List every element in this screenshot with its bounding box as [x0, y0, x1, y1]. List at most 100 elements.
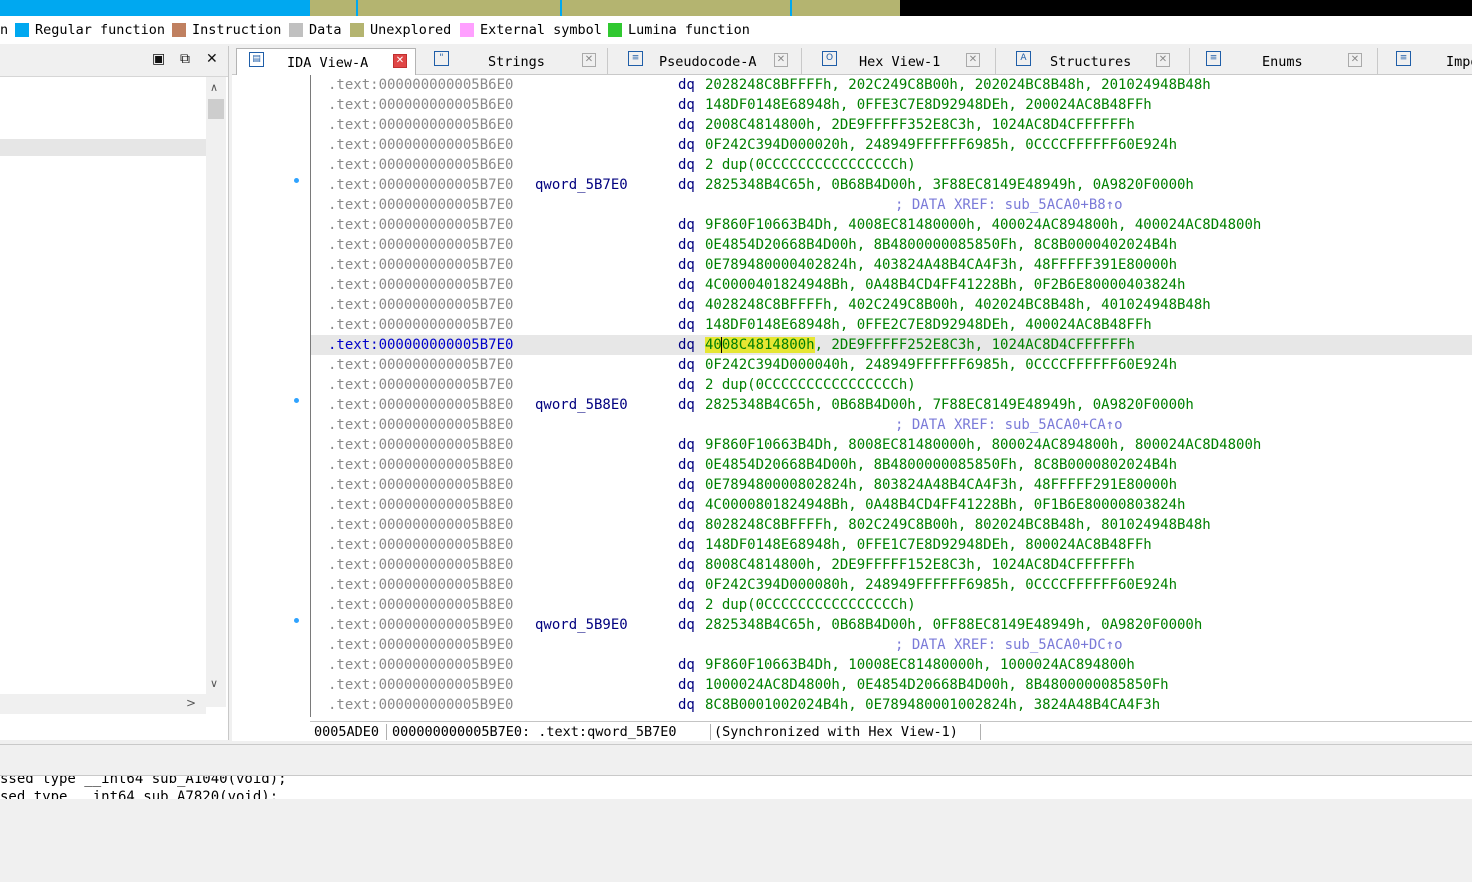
- line-mnemonic: dq: [678, 217, 695, 233]
- structures-icon: A: [1016, 51, 1031, 66]
- line-operands: 2825348B4C65h, 0B68B4D00h, 7F88EC8149E48…: [705, 397, 1194, 413]
- tab-strings[interactable]: " Strings ✕: [422, 48, 608, 74]
- line-mnemonic: dq: [678, 257, 695, 273]
- line-operands: 2 dup(0CCCCCCCCCCCCCCCCh): [705, 157, 916, 173]
- line-mnemonic: dq: [678, 337, 695, 353]
- listing-line[interactable]: .text:000000000005B8E0 dq 2 dup(0CCCCCCCCC…: [311, 595, 1472, 615]
- listing-line[interactable]: .text:000000000005B8E0 dq 8028248C8BFFFFh,…: [311, 515, 1472, 535]
- color-legend: n Regular function Instruction Data Unex…: [0, 16, 1472, 44]
- tab-close-icon[interactable]: ✕: [966, 53, 980, 67]
- legend-label: Instruction: [192, 22, 282, 38]
- line-operands: 2 dup(0CCCCCCCCCCCCCCCCh): [705, 597, 916, 613]
- scroll-up-icon[interactable]: ∧: [210, 81, 218, 94]
- listing-line[interactable]: .text:000000000005B8E0 dq 9F860F10663B4Dh,…: [311, 435, 1472, 455]
- line-address: .text:000000000005B7E0: [328, 317, 514, 333]
- listing-line[interactable]: .text:000000000005B7E0 ; DATA XREF: sub_5…: [311, 195, 1472, 215]
- listing-line[interactable]: .text:000000000005B9E0 dq 9F860F10663B4Dh,…: [311, 655, 1472, 675]
- tab-label: Impo: [1446, 54, 1472, 70]
- line-address: .text:000000000005B8E0: [328, 577, 514, 593]
- tab-hex-view-1[interactable]: O Hex View-1 ✕: [810, 48, 996, 74]
- listing-line[interactable]: .text:000000000005B6E0 dq 2 dup(0CCCCCCCCC…: [311, 155, 1472, 175]
- nav-band-tick: [790, 0, 792, 16]
- tab-close-icon[interactable]: ✕: [774, 53, 788, 67]
- line-mnemonic: dq: [678, 237, 695, 253]
- tab-close-icon[interactable]: ✕: [1348, 53, 1362, 67]
- line-address: .text:000000000005B7E0: [328, 377, 514, 393]
- line-address: .text:000000000005B8E0: [328, 597, 514, 613]
- listing-line[interactable]: .text:000000000005B7E0 dq 0E78948000040282…: [311, 255, 1472, 275]
- line-operands: 0E4854D20668B4D00h, 8B4800000085850Fh, 8…: [705, 457, 1178, 473]
- legend-swatch-lumina: [608, 23, 622, 37]
- listing-line[interactable]: .text:000000000005B7E0 dq 4028248C8BFFFFh,…: [311, 295, 1472, 315]
- line-mnemonic: dq: [678, 497, 695, 513]
- line-mnemonic: dq: [678, 157, 695, 173]
- listing-line[interactable]: .text:000000000005B8E0 dq 148DF0148E68948h…: [311, 535, 1472, 555]
- listing-line[interactable]: .text:000000000005B7E0 dq 9F860F10663B4Dh,…: [311, 215, 1472, 235]
- listing-line[interactable]: .text:000000000005B8E0 ; DATA XREF: sub_5…: [311, 415, 1472, 435]
- line-mnemonic: dq: [678, 577, 695, 593]
- window-close-icon[interactable]: ✕: [206, 51, 218, 67]
- line-address: .text:000000000005B8E0: [328, 417, 514, 433]
- listing-line[interactable]: .text:000000000005B7E0 dq 148DF0148E68948h…: [311, 315, 1472, 335]
- tab-close-icon[interactable]: ✕: [393, 54, 407, 68]
- functions-list[interactable]: [0, 77, 206, 707]
- line-mnemonic: dq: [678, 377, 695, 393]
- listing-line[interactable]: .text:000000000005B7E0 dq 0E4854D20668B4D0…: [311, 235, 1472, 255]
- listing-line[interactable]: .text:000000000005B7E0 dq 2 dup(0CCCCCCCCC…: [311, 375, 1472, 395]
- line-mnemonic: dq: [678, 537, 695, 553]
- listing-line[interactable]: .text:000000000005B6E0 dq 0F242C394D000020…: [311, 135, 1472, 155]
- selected-list-item[interactable]: [0, 139, 206, 156]
- tab-label: Strings: [488, 54, 545, 70]
- tab-label: Hex View-1: [859, 54, 941, 70]
- listing-line[interactable]: .text:000000000005B6E0 dq 148DF0148E68948h…: [311, 95, 1472, 115]
- highlighted-operand[interactable]: 4008C4814800h: [705, 337, 815, 353]
- listing-line[interactable]: .text:000000000005B7E0 dq 0F242C394D000040…: [311, 355, 1472, 375]
- line-mnemonic: dq: [678, 397, 695, 413]
- listing-line[interactable]: .text:000000000005B9E0 dq 1000024AC8D4800h…: [311, 675, 1472, 695]
- window-float-icon[interactable]: ⧉: [180, 51, 190, 67]
- breakpoint-dot-icon[interactable]: [294, 618, 299, 623]
- listing-line[interactable]: .text:000000000005B7E0 dq 4008C4814800h, 2…: [311, 335, 1472, 355]
- breakpoint-dot-icon[interactable]: [294, 178, 299, 183]
- tab-ida-view-a[interactable]: ▤ IDA View-A ✕: [236, 48, 416, 76]
- disassembly-view[interactable]: .text:000000000005B6E0 dq 2028248C8BFFFFh,…: [232, 75, 1472, 741]
- listing-line[interactable]: .text:000000000005B9E0 dq 8C8B0001002024B4…: [311, 695, 1472, 715]
- line-address: .text:000000000005B9E0: [328, 657, 514, 673]
- listing-line[interactable]: .text:000000000005B8E0 dq 0E4854D20668B4D0…: [311, 455, 1472, 475]
- tab-structures[interactable]: A Structures ✕: [1004, 48, 1190, 74]
- listing-line[interactable]: .text:000000000005B8E0 dq 8008C4814800h, 2…: [311, 555, 1472, 575]
- line-address: .text:000000000005B9E0: [328, 637, 514, 653]
- listing-line[interactable]: .text:000000000005B8E0 qword_5B8E0 dq 28253…: [311, 395, 1472, 415]
- tab-close-icon[interactable]: ✕: [582, 53, 596, 67]
- tab-enums[interactable]: ≡ Enums ✕: [1194, 48, 1378, 74]
- listing[interactable]: .text:000000000005B6E0 dq 2028248C8BFFFFh,…: [310, 75, 1472, 717]
- line-operands[interactable]: 4008C4814800h, 2DE9FFFFF252E8C3h, 1024AC…: [705, 335, 1135, 355]
- window-minimize-icon[interactable]: ▣: [152, 51, 165, 67]
- tab-imports[interactable]: ≡ Impo: [1384, 48, 1472, 74]
- navigation-band[interactable]: [0, 0, 1472, 16]
- listing-line[interactable]: .text:000000000005B6E0 dq 2028248C8BFFFFh,…: [311, 75, 1472, 95]
- line-address: .text:000000000005B7E0: [328, 237, 514, 253]
- breakpoint-dot-icon[interactable]: [294, 398, 299, 403]
- tab-pseudocode-a[interactable]: ≡ Pseudocode-A ✕: [616, 48, 802, 74]
- line-operands: 4C0000801824948Bh, 0A48B4CD4FF41228Bh, 0…: [705, 497, 1186, 513]
- listing-line[interactable]: .text:000000000005B9E0 ; DATA XREF: sub_5…: [311, 635, 1472, 655]
- vertical-scrollbar[interactable]: ∧ ∨: [206, 77, 226, 707]
- listing-line[interactable]: .text:000000000005B8E0 dq 0F242C394D000080…: [311, 575, 1472, 595]
- scroll-thumb[interactable]: [208, 99, 224, 119]
- line-mnemonic: dq: [678, 97, 695, 113]
- legend-label: Lumina function: [628, 22, 750, 38]
- view-tabs: ▤ IDA View-A ✕ " Strings ✕ ≡ Pseudocode-…: [232, 46, 1472, 76]
- status-location: 000000000005B7E0: .text:qword_5B7E0: [392, 724, 677, 740]
- listing-line[interactable]: .text:000000000005B7E0 qword_5B7E0 dq 28253…: [311, 175, 1472, 195]
- listing-line[interactable]: .text:000000000005B7E0 dq 4C0000401824948B…: [311, 275, 1472, 295]
- listing-line[interactable]: .text:000000000005B9E0 qword_5B9E0 dq 28253…: [311, 615, 1472, 635]
- listing-line[interactable]: .text:000000000005B8E0 dq 4C0000801824948B…: [311, 495, 1472, 515]
- tab-close-icon[interactable]: ✕: [1156, 53, 1170, 67]
- listing-line[interactable]: .text:000000000005B6E0 dq 2008C4814800h, 2…: [311, 115, 1472, 135]
- listing-line[interactable]: .text:000000000005B8E0 dq 0E78948000080282…: [311, 475, 1472, 495]
- scroll-down-icon[interactable]: ∨: [210, 677, 218, 690]
- line-comment: ; DATA XREF: sub_5ACA0+CA↑o: [895, 417, 1123, 433]
- horizontal-scrollbar[interactable]: >: [0, 694, 206, 714]
- scroll-right-icon[interactable]: >: [186, 696, 196, 710]
